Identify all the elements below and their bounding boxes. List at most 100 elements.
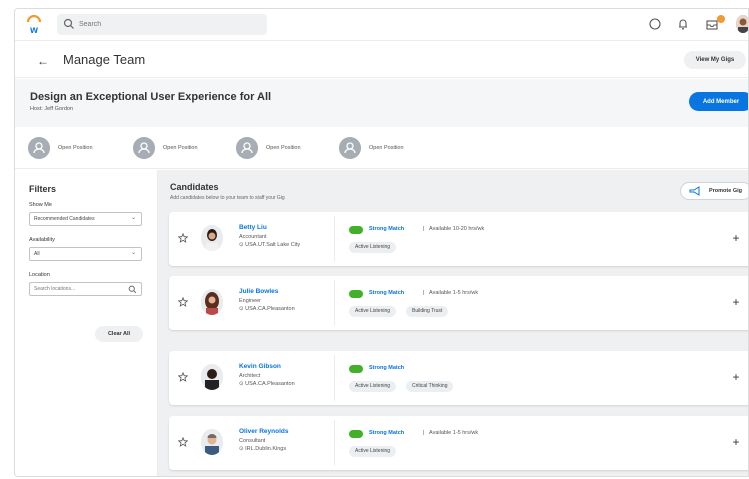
candidate-card: Julie Bowles Engineer ⊙ USA.CA.Pleasanto… [169, 276, 748, 330]
match-icon [349, 290, 363, 298]
candidate-card: Oliver Reynolds Consultant ⊙ IRL.Dublin.… [169, 416, 748, 470]
divider [334, 280, 335, 326]
candidate-role: Consultant [239, 438, 266, 444]
user-avatar-icon [736, 15, 748, 33]
candidate-location: ⊙ USA.CA.Pleasanton [239, 381, 295, 387]
skill-tag: Active Listening [349, 242, 397, 253]
availability-text: | Available 10-20 hrs/wk [423, 226, 484, 232]
filters-title: Filters [29, 184, 57, 194]
candidate-photo [201, 289, 223, 315]
open-position-label: Open Position [266, 145, 301, 151]
chat-icon[interactable] [648, 17, 662, 31]
candidate-name[interactable]: Kevin Gibson [239, 363, 281, 370]
star-icon[interactable] [178, 437, 188, 447]
candidate-card: Betty Liu Accountant ⊙ USA.UT.Salt Lake … [169, 212, 748, 266]
open-position-icon [339, 137, 361, 159]
match-label: Strong Match [369, 290, 405, 296]
skill-tag: Building Trust [406, 306, 449, 317]
person-photo-icon [201, 225, 223, 251]
show-me-select[interactable]: Recommended Candidates ⌄ [29, 212, 142, 226]
page-title: Manage Team [63, 52, 146, 67]
skill-tag: Active Listening [349, 306, 397, 317]
match-label: Strong Match [369, 365, 405, 371]
chevron-down-icon: ⌄ [130, 250, 136, 256]
clear-all-button[interactable]: Clear All [95, 326, 143, 342]
show-me-value: Recommended Candidates [34, 216, 95, 222]
person-photo-icon [201, 364, 223, 390]
candidate-photo [201, 364, 223, 390]
match-icon [349, 430, 363, 438]
app-window: w ← [14, 8, 749, 477]
candidates-subtitle: Add candidates below to your team to sta… [170, 195, 285, 201]
promote-gig-button[interactable]: Promote Gig [680, 182, 748, 200]
filters-panel: Filters Show Me Recommended Candidates ⌄… [15, 170, 158, 476]
match-icon [349, 365, 363, 373]
match-label: Strong Match [369, 430, 405, 436]
divider [334, 420, 335, 466]
view-my-gigs-button[interactable]: View My Gigs [684, 51, 746, 69]
open-position-icon [236, 137, 258, 159]
skill-tag: Active Listening [349, 381, 397, 392]
add-candidate-button[interactable]: + [729, 231, 743, 245]
candidate-role: Architect [239, 373, 261, 379]
open-position-label: Open Position [369, 145, 404, 151]
workday-logo-icon[interactable]: w [25, 15, 43, 35]
match-icon [349, 226, 363, 234]
location-placeholder: Search locations... [34, 286, 76, 292]
availability-text: | Available 1-5 hrs/wk [423, 290, 478, 296]
availability-value: Available 1-5 hrs/wk [429, 430, 479, 436]
availability-label: Availability [29, 237, 55, 243]
add-candidate-button[interactable]: + [729, 435, 743, 449]
candidate-location: ⊙ IRL.Dublin.Kings [239, 446, 286, 452]
search-icon [128, 285, 137, 294]
skill-tag: Active Listening [349, 446, 397, 457]
candidate-name[interactable]: Julie Bowles [239, 288, 278, 295]
search-input[interactable] [79, 14, 259, 35]
add-member-button[interactable]: Add Member [689, 92, 748, 111]
star-icon[interactable] [178, 372, 188, 382]
candidate-location-text: USA.UT.Salt Lake City [245, 242, 301, 248]
candidate-name[interactable]: Oliver Reynolds [239, 428, 289, 435]
add-candidate-button[interactable]: + [729, 370, 743, 384]
candidate-name[interactable]: Betty Liu [239, 224, 267, 231]
bell-icon[interactable] [676, 17, 690, 31]
candidate-location: ⊙ USA.CA.Pleasanton [239, 306, 295, 312]
back-arrow-icon[interactable]: ← [37, 54, 49, 68]
megaphone-icon [689, 186, 700, 196]
open-position-icon [28, 137, 50, 159]
top-bar: w [15, 9, 748, 41]
candidate-photo [201, 429, 223, 455]
candidate-location-text: USA.CA.Pleasanton [245, 381, 295, 387]
match-label: Strong Match [369, 226, 405, 232]
star-icon[interactable] [178, 233, 188, 243]
user-avatar[interactable] [736, 15, 748, 33]
chevron-down-icon: ⌄ [130, 215, 136, 221]
promote-gig-label: Promote Gig [709, 188, 743, 194]
location-label: Location [29, 272, 50, 278]
candidate-role: Engineer [239, 298, 262, 304]
search-icon [63, 18, 74, 29]
candidate-card: Kevin Gibson Architect ⊙ USA.CA.Pleasant… [169, 351, 748, 405]
open-positions-row: Open Position Open Position Open Positio… [15, 129, 748, 169]
availability-value: All [34, 251, 40, 257]
open-position-label: Open Position [163, 145, 198, 151]
star-icon[interactable] [178, 297, 188, 307]
gig-summary: Design an Exceptional User Experience fo… [15, 79, 748, 127]
candidate-photo [201, 225, 223, 251]
svg-text:w: w [29, 25, 38, 35]
add-candidate-button[interactable]: + [729, 295, 743, 309]
availability-select[interactable]: All ⌄ [29, 247, 142, 261]
availability-value: Available 1-5 hrs/wk [429, 290, 479, 296]
page-header: ← Manage Team View My Gigs [15, 42, 748, 78]
candidate-location-text: USA.CA.Pleasanton [245, 306, 295, 312]
notification-badge [717, 15, 725, 23]
candidates-panel: Candidates Add candidates below to your … [158, 170, 748, 476]
gig-host: Host: Jeff Gordon [30, 106, 74, 112]
search-box[interactable] [57, 14, 267, 35]
candidate-location-text: IRL.Dublin.Kings [245, 446, 287, 452]
location-input[interactable]: Search locations... [29, 282, 142, 296]
divider [334, 216, 335, 262]
divider [334, 355, 335, 401]
availability-text: | Available 1-5 hrs/wk [423, 430, 478, 436]
skill-tag: Critical Thinking [406, 381, 454, 392]
